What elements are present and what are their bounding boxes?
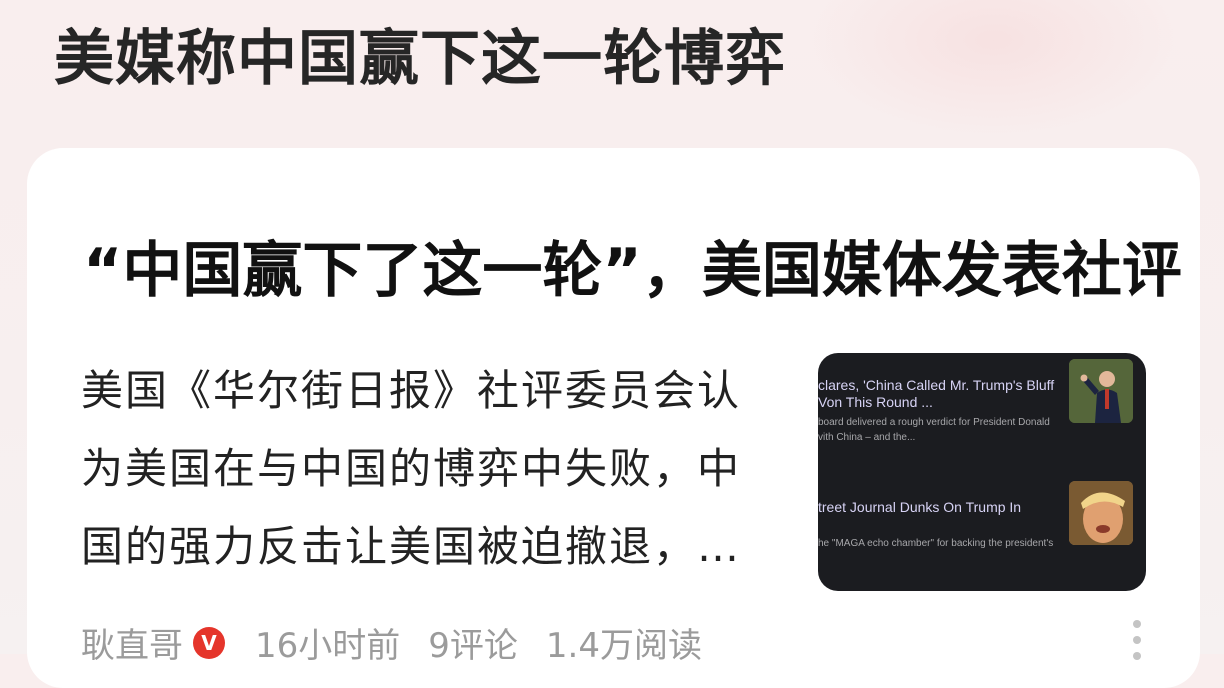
article-card[interactable]: “中国赢下了这一轮”，美国媒体发表社评 美国《华尔街日报》社评委员会认 为美国在… bbox=[27, 148, 1200, 688]
article-thumbnail[interactable]: clares, 'China Called Mr. Trump's Bluff … bbox=[818, 353, 1146, 591]
thumbnail-headline-2: treet Journal Dunks On Trump In bbox=[818, 499, 1022, 515]
thumbnail-sub-1a: board delivered a rough verdict for Pres… bbox=[818, 417, 1050, 428]
comment-count: 9评论 bbox=[428, 626, 518, 666]
article-headline[interactable]: “中国赢下了这一轮”，美国媒体发表社评 bbox=[83, 222, 1182, 309]
summary-line: 国的强力反击让美国被迫撤退，… bbox=[81, 522, 742, 571]
background-decoration bbox=[804, 0, 1184, 140]
summary-line: 为美国在与中国的博弈中失败，中 bbox=[81, 444, 742, 493]
read-count: 1.4万阅读 bbox=[545, 626, 702, 666]
person-photo bbox=[1069, 481, 1133, 545]
thumbnail-headline-1b: Von This Round ... bbox=[818, 394, 933, 410]
summary-line: 美国《华尔街日报》社评委员会认 bbox=[81, 366, 742, 415]
article-summary[interactable]: 美国《华尔街日报》社评委员会认 为美国在与中国的博弈中失败，中 国的强力反击让美… bbox=[81, 352, 793, 586]
thumbnail-sub-1b: vith China – and the... bbox=[818, 432, 916, 443]
more-options-icon[interactable] bbox=[1133, 620, 1143, 668]
thumbnail-headline-1a: clares, 'China Called Mr. Trump's Bluff bbox=[818, 377, 1055, 393]
person-photo bbox=[1069, 359, 1133, 423]
author-name[interactable]: 耿直哥 bbox=[81, 618, 183, 667]
publish-time: 16小时前 bbox=[255, 626, 401, 666]
article-meta: 耿直哥 V 16小时前 9评论 1.4万阅读 bbox=[81, 618, 702, 667]
thumbnail-sub-2: he "MAGA echo chamber" for backing the p… bbox=[818, 538, 1054, 549]
topic-title[interactable]: 美媒称中国赢下这一轮博弈 bbox=[54, 10, 786, 97]
